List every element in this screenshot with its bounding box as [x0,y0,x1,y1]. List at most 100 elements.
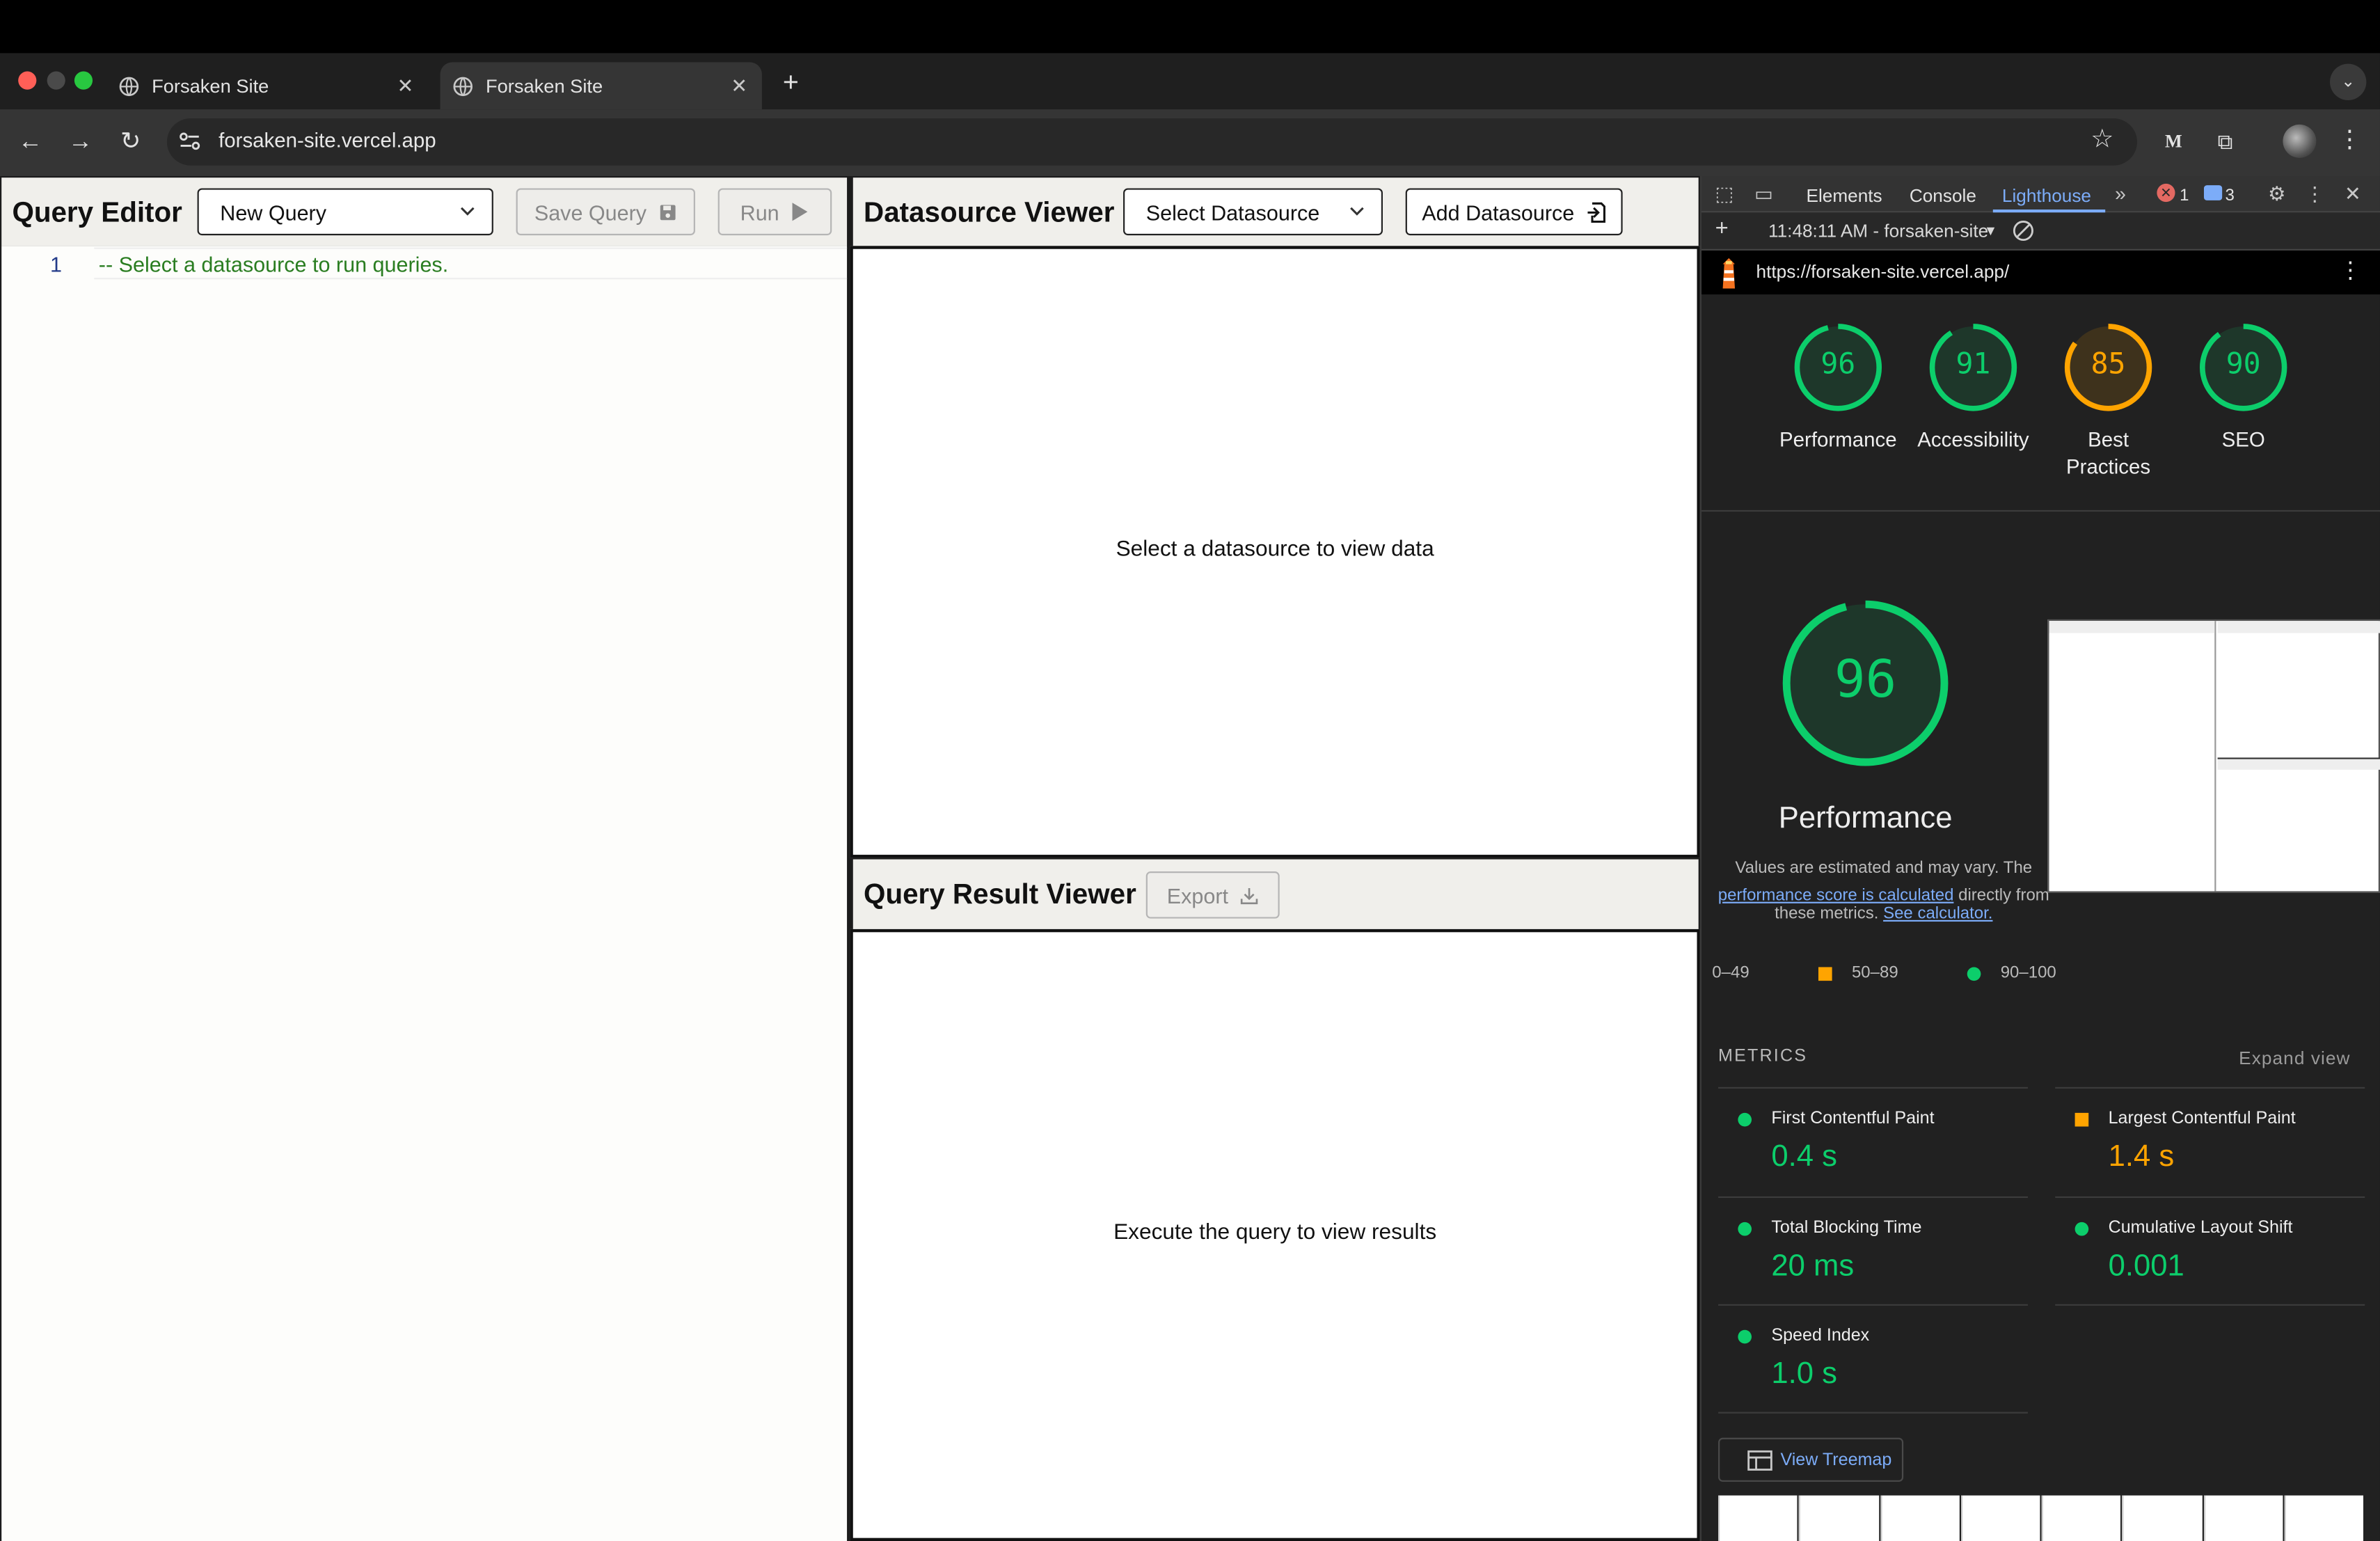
filmstrip-frame [2203,1495,2283,1541]
close-tab-icon[interactable]: ✕ [726,74,753,98]
query-select[interactable]: New Query [197,188,493,236]
tab-console[interactable]: Console [1910,185,1976,207]
browser-menu-icon[interactable]: ⋮ [2333,125,2366,158]
legend-pass-icon [1967,967,1981,981]
gauge-score-seo: 90 [2226,347,2261,381]
extension-m-icon[interactable]: M [2157,125,2190,158]
report-menu-icon[interactable]: ⋮ [2339,257,2362,284]
query-select-value: New Query [220,199,327,224]
cls-status-icon [2074,1222,2089,1236]
minimize-window-button[interactable] [47,71,65,90]
lighthouse-logo-icon [1722,258,1736,289]
message-icon [2203,185,2223,200]
query-editor-title: Query Editor [12,195,182,228]
fcp-status-icon [1738,1112,1752,1127]
new-tab-icon[interactable]: + [774,65,807,99]
metric-divider [1718,1196,2028,1199]
tab-title: Forsaken Site [152,74,269,97]
profile-avatar[interactable] [2283,124,2317,158]
bookmark-star-icon[interactable]: ☆ [2087,125,2118,155]
export-button[interactable]: Export [1145,871,1280,919]
filmstrip-frame [2041,1495,2121,1541]
code-line: -- Select a datasource to run queries. [98,252,449,276]
error-count[interactable]: 1 [2180,187,2189,205]
add-datasource-button[interactable]: Add Datasource [1405,188,1623,236]
gauge-label-accessibility[interactable]: Accessibility [1905,427,2041,454]
back-icon[interactable]: ← [12,125,48,161]
filmstrip-frame [1880,1495,1960,1541]
file-import-icon [1587,201,1606,222]
filmstrip-frame [2122,1495,2202,1541]
reload-icon[interactable]: ↻ [112,125,148,161]
result-viewer-title: Query Result Viewer [864,877,1136,910]
datasource-select[interactable]: Select Datasource [1123,188,1383,236]
si-status-icon [1738,1329,1752,1344]
lighthouse-report-bar: + 11:48:11 AM - forsaken-site ▼ [1701,212,2380,251]
metric-divider [2055,1304,2365,1306]
forward-icon[interactable]: → [62,125,98,161]
see-calculator-link[interactable]: See calculator. [1883,905,1992,923]
site-settings-icon[interactable] [176,127,203,155]
line-number: 1 [49,252,62,276]
close-tab-icon[interactable]: ✕ [392,74,419,98]
tab-lighthouse[interactable]: Lighthouse [2002,185,2091,207]
fcp-name: First Contentful Paint [1771,1109,1935,1128]
floppy-disk-icon [660,204,676,220]
metric-divider [1718,1304,2028,1306]
extensions-puzzle-icon[interactable]: ⧉ [2209,125,2242,158]
expand-view-toggle[interactable]: Expand view [2239,1048,2350,1069]
metrics-heading: METRICS [1718,1048,1808,1066]
add-datasource-label: Add Datasource [1422,199,1575,224]
run-button[interactable]: Run [717,188,832,236]
cls-name: Cumulative Layout Shift [2108,1219,2293,1238]
gauge-score-accessibility: 91 [1955,347,1991,381]
inspect-element-icon[interactable]: ⬚ [1712,182,1736,207]
clear-reports-icon[interactable] [2013,220,2034,242]
settings-gear-icon[interactable]: ⚙ [2264,182,2289,207]
tab-search-icon[interactable]: ⌄ [2330,63,2367,100]
report-select[interactable]: 11:48:11 AM - forsaken-site [1768,220,1988,242]
browser-tab-2[interactable]: Forsaken Site ✕ [440,62,762,110]
view-treemap-button[interactable]: View Treemap [1718,1437,1904,1482]
score-calculated-link[interactable]: performance score is calculated [1718,887,1954,905]
zoom-window-button[interactable] [74,71,93,90]
address-bar[interactable] [166,118,2138,166]
metric-divider [1718,1412,2028,1414]
download-icon [1241,887,1258,904]
tab-title: Forsaken Site [485,74,603,97]
view-treemap-label: View Treemap [1780,1451,1892,1469]
thumbnail-header [2217,621,2380,633]
filmstrip [1718,1495,2364,1541]
tbt-name: Total Blocking Time [1771,1219,1922,1238]
fcp-value: 0.4 s [1771,1140,1837,1174]
save-query-label: Save Query [534,199,647,224]
globe-icon [119,76,139,95]
close-devtools-icon[interactable]: ✕ [2340,182,2365,207]
close-window-button[interactable] [18,71,37,90]
datasource-select-value: Select Datasource [1145,199,1320,224]
gauge-label-performance[interactable]: Performance [1770,427,1906,454]
more-tabs-icon[interactable]: » [2109,182,2133,207]
gauge-label-best-practices[interactable]: Best Practices [2055,427,2161,482]
message-count[interactable]: 3 [2226,187,2235,205]
datasource-empty-message: Select a datasource to view data [1116,537,1434,562]
code-editor[interactable] [1,246,848,1541]
section-divider [1701,509,2380,512]
datasource-viewer-title: Datasource Viewer [864,195,1115,228]
thumbnail-header [2049,621,2215,633]
browser-tab-1[interactable]: Forsaken Site ✕ [106,62,428,109]
report-dropdown-icon[interactable]: ▼ [1984,223,1997,239]
tbt-value: 20 ms [1771,1249,1855,1283]
device-toolbar-icon[interactable]: ▭ [1752,182,1776,207]
lcp-value: 1.4 s [2108,1140,2175,1174]
error-icon: ✕ [2157,183,2175,203]
devtools-menu-icon[interactable]: ⋮ [2303,182,2327,207]
filmstrip-frame [1799,1495,1879,1541]
report-url[interactable]: https://forsaken-site.vercel.app/ [1756,261,2010,283]
gauge-label-seo[interactable]: SEO [2175,427,2312,454]
save-query-button[interactable]: Save Query [516,188,695,236]
tab-elements[interactable]: Elements [1807,185,1882,207]
legend-fail: 0–49 [1712,964,1750,983]
url-text: forsaken-site.vercel.app [219,129,436,152]
new-report-icon[interactable]: + [1715,216,1729,242]
